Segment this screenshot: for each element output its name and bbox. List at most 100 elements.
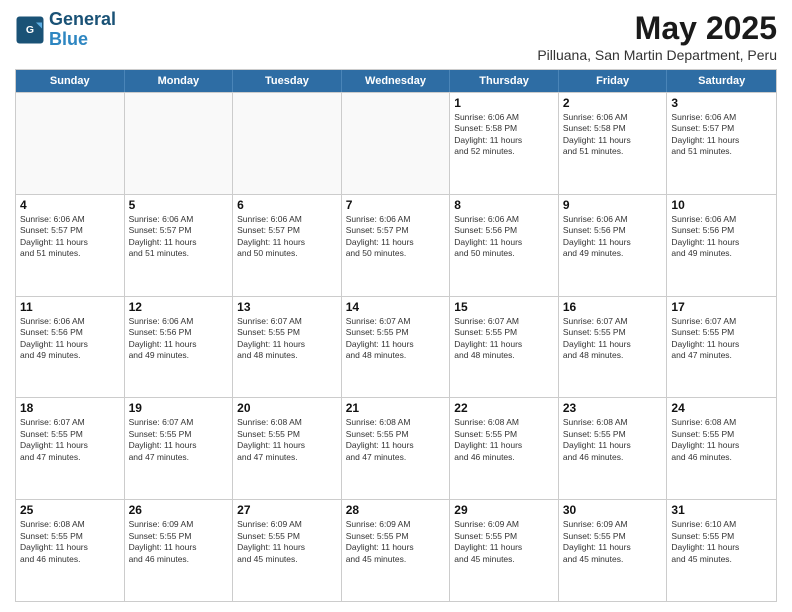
calendar-cell: 17 Sunrise: 6:07 AMSunset: 5:55 PMDayligh… (667, 297, 776, 398)
day-number: 30 (563, 503, 663, 517)
day-info: Sunrise: 6:08 AMSunset: 5:55 PMDaylight:… (346, 417, 446, 463)
day-number: 24 (671, 401, 772, 415)
calendar-cell: 23 Sunrise: 6:08 AMSunset: 5:55 PMDayligh… (559, 398, 668, 499)
calendar-cell: 30 Sunrise: 6:09 AMSunset: 5:55 PMDayligh… (559, 500, 668, 601)
day-info: Sunrise: 6:06 AMSunset: 5:56 PMDaylight:… (20, 316, 120, 362)
day-info: Sunrise: 6:06 AMSunset: 5:57 PMDaylight:… (237, 214, 337, 260)
day-info: Sunrise: 6:06 AMSunset: 5:57 PMDaylight:… (346, 214, 446, 260)
day-number: 6 (237, 198, 337, 212)
day-header-monday: Monday (125, 70, 234, 92)
day-info: Sunrise: 6:09 AMSunset: 5:55 PMDaylight:… (454, 519, 554, 565)
day-info: Sunrise: 6:07 AMSunset: 5:55 PMDaylight:… (237, 316, 337, 362)
day-number: 14 (346, 300, 446, 314)
calendar-cell (233, 93, 342, 194)
calendar-cell: 2Sunrise: 6:06 AMSunset: 5:58 PMDaylight… (559, 93, 668, 194)
day-number: 16 (563, 300, 663, 314)
title-section: May 2025 Pilluana, San Martin Department… (537, 10, 777, 63)
calendar-cell: 27 Sunrise: 6:09 AMSunset: 5:55 PMDayligh… (233, 500, 342, 601)
calendar-cell: 13 Sunrise: 6:07 AMSunset: 5:55 PMDayligh… (233, 297, 342, 398)
day-number: 13 (237, 300, 337, 314)
day-info: Sunrise: 6:10 AMSunset: 5:55 PMDaylight:… (671, 519, 772, 565)
day-number: 23 (563, 401, 663, 415)
day-number: 1 (454, 96, 554, 110)
calendar-cell: 1Sunrise: 6:06 AMSunset: 5:58 PMDaylight… (450, 93, 559, 194)
day-number: 20 (237, 401, 337, 415)
day-number: 19 (129, 401, 229, 415)
calendar-cell: 31 Sunrise: 6:10 AMSunset: 5:55 PMDayligh… (667, 500, 776, 601)
day-number: 7 (346, 198, 446, 212)
calendar-cell: 22 Sunrise: 6:08 AMSunset: 5:55 PMDayligh… (450, 398, 559, 499)
day-info: Sunrise: 6:08 AMSunset: 5:55 PMDaylight:… (563, 417, 663, 463)
calendar-cell: 14 Sunrise: 6:07 AMSunset: 5:55 PMDayligh… (342, 297, 451, 398)
day-info: Sunrise: 6:06 AMSunset: 5:56 PMDaylight:… (671, 214, 772, 260)
day-number: 3 (671, 96, 772, 110)
day-header-friday: Friday (559, 70, 668, 92)
day-number: 10 (671, 198, 772, 212)
calendar-cell: 15 Sunrise: 6:07 AMSunset: 5:55 PMDayligh… (450, 297, 559, 398)
day-number: 25 (20, 503, 120, 517)
logo-text: General Blue (49, 10, 116, 50)
logo-icon: G (15, 15, 45, 45)
calendar-cell: 19Sunrise: 6:07 AMSunset: 5:55 PMDayligh… (125, 398, 234, 499)
day-info: Sunrise: 6:06 AMSunset: 5:57 PMDaylight:… (671, 112, 772, 158)
calendar-cell: 6 Sunrise: 6:06 AMSunset: 5:57 PMDaylight… (233, 195, 342, 296)
calendar-cell: 8Sunrise: 6:06 AMSunset: 5:56 PMDaylight… (450, 195, 559, 296)
calendar-cell: 9 Sunrise: 6:06 AMSunset: 5:56 PMDaylight… (559, 195, 668, 296)
day-number: 31 (671, 503, 772, 517)
calendar: SundayMondayTuesdayWednesdayThursdayFrid… (15, 69, 777, 602)
day-info: Sunrise: 6:06 AMSunset: 5:56 PMDaylight:… (563, 214, 663, 260)
day-number: 15 (454, 300, 554, 314)
calendar-cell: 5 Sunrise: 6:06 AMSunset: 5:57 PMDaylight… (125, 195, 234, 296)
day-info: Sunrise: 6:09 AMSunset: 5:55 PMDaylight:… (237, 519, 337, 565)
day-info: Sunrise: 6:06 AMSunset: 5:57 PMDaylight:… (20, 214, 120, 260)
calendar-cell: 11 Sunrise: 6:06 AMSunset: 5:56 PMDayligh… (16, 297, 125, 398)
header: G General Blue May 2025 Pilluana, San Ma… (15, 10, 777, 63)
calendar-cell (16, 93, 125, 194)
day-info: Sunrise: 6:08 AMSunset: 5:55 PMDaylight:… (454, 417, 554, 463)
svg-text:G: G (26, 24, 34, 36)
calendar-cell: 3 Sunrise: 6:06 AMSunset: 5:57 PMDaylight… (667, 93, 776, 194)
day-number: 26 (129, 503, 229, 517)
day-info: Sunrise: 6:07 AMSunset: 5:55 PMDaylight:… (454, 316, 554, 362)
day-info: Sunrise: 6:09 AMSunset: 5:55 PMDaylight:… (563, 519, 663, 565)
day-number: 9 (563, 198, 663, 212)
day-info: Sunrise: 6:09 AMSunset: 5:55 PMDaylight:… (129, 519, 229, 565)
day-number: 27 (237, 503, 337, 517)
day-number: 11 (20, 300, 120, 314)
day-info: Sunrise: 6:07 AMSunset: 5:55 PMDaylight:… (671, 316, 772, 362)
logo: G General Blue (15, 10, 116, 50)
day-header-saturday: Saturday (667, 70, 776, 92)
calendar-cell: 26 Sunrise: 6:09 AMSunset: 5:55 PMDayligh… (125, 500, 234, 601)
calendar-cell: 29 Sunrise: 6:09 AMSunset: 5:55 PMDayligh… (450, 500, 559, 601)
calendar-week-5: 25 Sunrise: 6:08 AMSunset: 5:55 PMDayligh… (16, 499, 776, 601)
day-header-thursday: Thursday (450, 70, 559, 92)
day-number: 22 (454, 401, 554, 415)
day-number: 5 (129, 198, 229, 212)
day-number: 17 (671, 300, 772, 314)
calendar-cell: 12Sunrise: 6:06 AMSunset: 5:56 PMDayligh… (125, 297, 234, 398)
day-info: Sunrise: 6:08 AMSunset: 5:55 PMDaylight:… (20, 519, 120, 565)
day-info: Sunrise: 6:09 AMSunset: 5:55 PMDaylight:… (346, 519, 446, 565)
day-info: Sunrise: 6:08 AMSunset: 5:55 PMDaylight:… (671, 417, 772, 463)
day-header-wednesday: Wednesday (342, 70, 451, 92)
subtitle: Pilluana, San Martin Department, Peru (537, 47, 777, 63)
calendar-week-1: 1Sunrise: 6:06 AMSunset: 5:58 PMDaylight… (16, 92, 776, 194)
day-info: Sunrise: 6:07 AMSunset: 5:55 PMDaylight:… (563, 316, 663, 362)
calendar-cell (342, 93, 451, 194)
day-number: 29 (454, 503, 554, 517)
day-info: Sunrise: 6:07 AMSunset: 5:55 PMDaylight:… (20, 417, 120, 463)
day-info: Sunrise: 6:06 AMSunset: 5:56 PMDaylight:… (129, 316, 229, 362)
calendar-cell: 20Sunrise: 6:08 AMSunset: 5:55 PMDayligh… (233, 398, 342, 499)
day-info: Sunrise: 6:06 AMSunset: 5:56 PMDaylight:… (454, 214, 554, 260)
calendar-week-3: 11 Sunrise: 6:06 AMSunset: 5:56 PMDayligh… (16, 296, 776, 398)
calendar-cell: 28 Sunrise: 6:09 AMSunset: 5:55 PMDayligh… (342, 500, 451, 601)
day-number: 28 (346, 503, 446, 517)
day-number: 4 (20, 198, 120, 212)
calendar-cell: 10 Sunrise: 6:06 AMSunset: 5:56 PMDayligh… (667, 195, 776, 296)
calendar-cell (125, 93, 234, 194)
day-info: Sunrise: 6:06 AMSunset: 5:57 PMDaylight:… (129, 214, 229, 260)
day-info: Sunrise: 6:07 AMSunset: 5:55 PMDaylight:… (346, 316, 446, 362)
calendar-week-2: 4 Sunrise: 6:06 AMSunset: 5:57 PMDaylight… (16, 194, 776, 296)
logo-line2: Blue (49, 29, 88, 49)
calendar-week-4: 18Sunrise: 6:07 AMSunset: 5:55 PMDayligh… (16, 397, 776, 499)
